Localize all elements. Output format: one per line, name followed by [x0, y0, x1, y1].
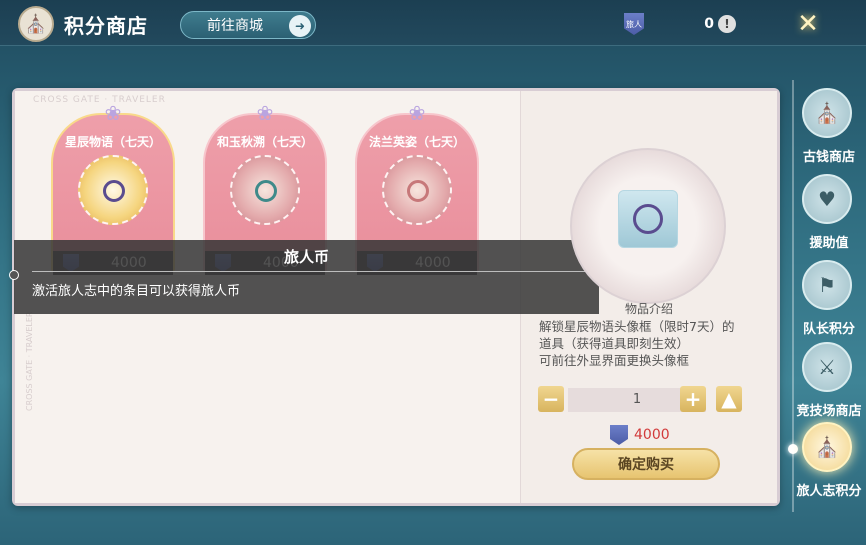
total-price-value: 4000 — [634, 427, 670, 443]
currency-amount: 0 — [704, 16, 714, 32]
detail-description-line: 解锁星辰物语头像框（限时7天）的 — [539, 319, 735, 334]
nav-label: 古钱商店 — [802, 150, 855, 165]
confirm-purchase-button[interactable]: 确定购买 — [572, 448, 720, 480]
total-price: 4000 — [610, 424, 670, 446]
item-name: 法兰英姿（七天） — [368, 135, 465, 149]
detail-description-line: 可前往外显界面更换头像框 — [539, 353, 690, 368]
arrow-right-icon: ➜ — [289, 15, 311, 37]
shop-icon: ⛪ — [18, 6, 54, 42]
ring-icon — [103, 180, 125, 202]
quantity-stepper: − 1 + ▲ — [538, 386, 744, 414]
avatar-frame-medallion — [78, 155, 148, 225]
bow-icon: ❀ — [408, 101, 426, 125]
max-button[interactable]: ▲ — [716, 386, 742, 412]
handshake-icon: ♥ — [802, 174, 852, 224]
avatar-frame-medallion — [382, 155, 452, 225]
nav-label: 竞技场商店 — [796, 404, 862, 419]
nav-label: 援助值 — [809, 236, 849, 251]
ring-icon — [633, 204, 663, 234]
avatar-frame-medallion — [230, 155, 300, 225]
currency-tooltip: 旅人币 激活旅人志中的条目可以获得旅人币 — [9, 240, 599, 314]
tooltip-divider — [32, 271, 594, 272]
item-name: 星辰物语（七天） — [64, 135, 161, 149]
nav-item-ancient-coin-shop[interactable]: ⛪ 古钱商店 — [784, 84, 866, 165]
minus-button[interactable]: − — [538, 386, 564, 412]
nav-item-captain-points[interactable]: ⚑ 队长积分 — [784, 256, 866, 337]
nav-label: 队长积分 — [802, 322, 855, 337]
currency-display: 旅人 0 ! — [624, 12, 736, 36]
tooltip-title: 旅人币 — [283, 248, 329, 266]
shop-icon: ⛪ — [802, 88, 852, 138]
goto-mall-button[interactable]: 前往商城 ➜ — [180, 11, 316, 39]
traveler-coin-icon: 旅人 — [624, 13, 644, 35]
detail-description: 解锁星辰物语头像框（限时7天）的 道具（获得道具即刻生效） 可前往外显界面更换头… — [539, 318, 759, 369]
plus-button[interactable]: + — [680, 386, 706, 412]
goto-mall-label: 前往商城 — [207, 18, 263, 34]
nav-item-traveler-points[interactable]: ⛪ 旅人志积分 — [784, 418, 866, 499]
top-bar: ⛪ 积分商店 前往商城 ➜ 旅人 0 ! ✕ — [0, 0, 866, 46]
detail-description-line: 道具（获得道具即刻生效） — [539, 336, 690, 351]
preview-item-icon — [618, 190, 678, 248]
watermark-vertical: CROSS GATE · TRAVELER — [25, 311, 34, 411]
nav-item-assist[interactable]: ♥ 援助值 — [784, 170, 866, 251]
flag-icon: ⚑ — [802, 260, 852, 310]
arena-shop-icon: ⚔ — [802, 342, 852, 392]
bow-icon: ❀ — [104, 101, 122, 125]
ring-icon — [255, 180, 277, 202]
traveler-shop-icon: ⛪ — [802, 422, 852, 472]
tooltip-anchor-dot — [9, 270, 19, 280]
info-icon[interactable]: ! — [718, 15, 736, 33]
active-indicator — [788, 444, 798, 454]
tooltip-description: 激活旅人志中的条目可以获得旅人币 — [32, 284, 241, 299]
close-button[interactable]: ✕ — [790, 6, 826, 42]
side-navigation: ⛪ 古钱商店 ♥ 援助值 ⚑ 队长积分 ⚔ 竞技场商店 ⛪ 旅人志积分 — [784, 80, 866, 520]
nav-label: 旅人志积分 — [796, 484, 862, 499]
page-title: 积分商店 — [64, 14, 148, 38]
nav-item-arena-shop[interactable]: ⚔ 竞技场商店 — [784, 338, 866, 419]
detail-header: 物品介绍 — [624, 302, 673, 316]
ring-icon — [407, 180, 429, 202]
bow-icon: ❀ — [256, 101, 274, 125]
item-name: 和玉秋溯（七天） — [216, 135, 313, 149]
traveler-coin-icon — [610, 425, 628, 445]
